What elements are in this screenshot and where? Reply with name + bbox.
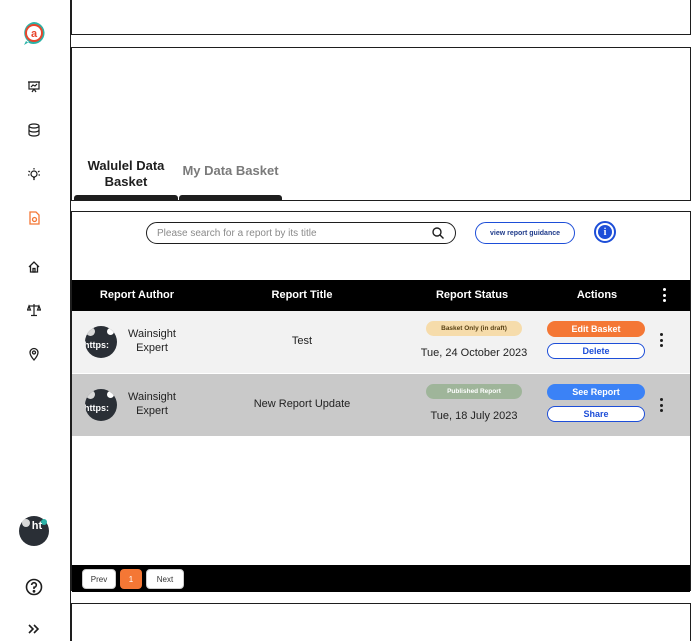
search-input[interactable] (157, 227, 431, 239)
search-box (146, 222, 456, 244)
header-more-options-icon[interactable] (659, 286, 669, 304)
next-page-button[interactable]: Next (146, 569, 184, 589)
tab-walulel-data-basket[interactable]: Walulel Data Basket (74, 158, 178, 200)
tab-my-data-basket-label: My Data Basket (182, 163, 279, 178)
share-button[interactable]: Share (547, 406, 645, 422)
table-header: Report Author Report Title Report Status… (72, 280, 690, 311)
author-avatar-alt: https: (85, 340, 109, 350)
table-row: https: Wainsight Expert Test Basket Only… (72, 311, 690, 373)
tabs-panel: Walulel Data Basket My Data Basket (71, 47, 691, 201)
user-avatar-alt: ht (32, 520, 43, 532)
table-row: https: Wainsight Expert New Report Updat… (72, 374, 690, 436)
status-badge: Published Report (426, 384, 522, 399)
tab-active-indicator (74, 195, 178, 200)
column-header-status: Report Status (435, 289, 509, 301)
lightbulb-icon[interactable] (21, 161, 47, 187)
location-pin-icon[interactable] (21, 341, 47, 367)
view-report-guidance-button[interactable]: view report guidance (475, 222, 575, 244)
database-icon[interactable] (21, 117, 47, 143)
column-header-title: Report Title (271, 289, 333, 301)
column-header-actions: Actions (576, 289, 618, 301)
presentation-icon[interactable] (21, 74, 47, 100)
status-badge: Basket Only (in draft) (426, 321, 522, 336)
info-button[interactable]: i (594, 221, 616, 243)
scales-icon[interactable] (21, 297, 47, 323)
footer-panel (71, 603, 691, 641)
report-title[interactable]: New Report Update (222, 398, 382, 410)
page-1-button[interactable]: 1 (120, 569, 142, 589)
home-icon[interactable] (21, 254, 47, 280)
report-document-icon[interactable] (21, 205, 47, 231)
author-avatar-alt: https: (85, 403, 109, 413)
row-more-options-icon[interactable] (656, 331, 666, 349)
expand-sidebar-icon[interactable] (21, 616, 47, 641)
row-more-options-icon[interactable] (656, 396, 666, 414)
see-report-button[interactable]: See Report (547, 384, 645, 400)
reports-panel: view report guidance i Report Author Rep… (71, 211, 691, 592)
info-icon: i (598, 225, 612, 239)
app-logo-icon[interactable]: a (21, 20, 47, 46)
edit-basket-button[interactable]: Edit Basket (547, 321, 645, 337)
header-panel (71, 0, 691, 35)
pagination-bar: Prev 1 Next (72, 565, 690, 592)
report-title[interactable]: Test (222, 335, 382, 347)
tab-my-data-basket[interactable]: My Data Basket (179, 158, 282, 200)
app-root: a ht Walulel Data Basket My Data Basket … (0, 0, 693, 641)
tab-walulel-data-basket-label: Walulel Data Basket (87, 158, 165, 189)
report-date: Tue, 18 July 2023 (430, 410, 518, 422)
prev-page-button[interactable]: Prev (82, 569, 116, 589)
author-avatar: https: (85, 389, 117, 421)
help-icon[interactable] (21, 574, 47, 600)
report-date: Tue, 24 October 2023 (420, 347, 528, 359)
delete-button[interactable]: Delete (547, 343, 645, 359)
search-icon[interactable] (431, 226, 445, 240)
app-logo-letter: a (31, 28, 38, 40)
author-name: Wainsight Expert (128, 391, 176, 417)
user-avatar[interactable]: ht (19, 516, 49, 546)
author-name: Wainsight Expert (128, 328, 176, 354)
sidebar: a ht (0, 0, 70, 641)
column-header-author: Report Author (99, 289, 175, 301)
author-avatar: https: (85, 326, 117, 358)
tab-inactive-indicator (179, 195, 282, 200)
